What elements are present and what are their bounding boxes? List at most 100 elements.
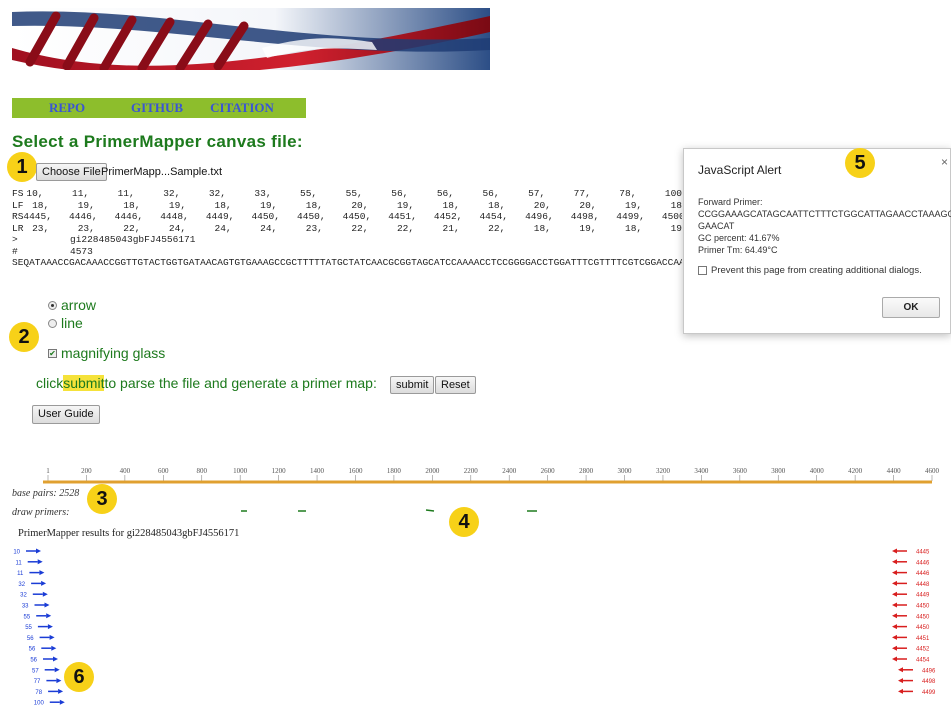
- results-title: PrimerMapper results for gi228485043gbFJ…: [18, 528, 240, 539]
- reverse-primer-position: 4452: [916, 647, 930, 653]
- ruler-tick-label: 2200: [464, 467, 479, 475]
- dialog-line: GAACAT: [698, 221, 735, 231]
- arrow-radio[interactable]: [48, 300, 57, 310]
- ruler-tick-label: 3800: [771, 467, 786, 475]
- ruler-tick-label: 800: [196, 467, 207, 475]
- dialog-line: CCGGAAAGCATAGCAATTCTTTCTGGCATTAGAACCTAAA…: [698, 209, 951, 219]
- annotation-badge-6: 6: [64, 662, 94, 692]
- ruler-tick-label: 4200: [848, 467, 863, 475]
- nav-link-github[interactable]: GITHUB: [122, 100, 192, 116]
- ruler-tick-label: 4400: [887, 467, 902, 475]
- reverse-primer-position: 4449: [916, 593, 930, 599]
- reverse-primer-position: 4454: [916, 658, 930, 664]
- ruler-tick-label: 1600: [348, 467, 363, 475]
- line-label: line: [61, 315, 83, 331]
- arrow-head-icon: [46, 613, 52, 619]
- annotation-badge-3: 3: [87, 484, 117, 514]
- annotation-badge-5: 5: [845, 148, 875, 178]
- choose-file-button[interactable]: Choose File: [36, 163, 107, 181]
- ruler-tick-label: 1000: [233, 467, 248, 475]
- sequence-ruler: 1 200 400 600 800 1000 1200 1400 1600 1800 2000 220…: [43, 467, 940, 484]
- base-pairs-label: base pairs: 2528: [12, 488, 80, 499]
- arrow-head-icon: [892, 613, 897, 619]
- ruler-tick-label: 3000: [618, 467, 633, 475]
- arrow-head-icon: [898, 667, 903, 673]
- forward-primer-position: 100: [34, 701, 45, 707]
- forward-primer-position: 77: [34, 679, 41, 685]
- arrow-head-icon: [892, 580, 897, 586]
- arrow-head-icon: [49, 634, 55, 640]
- nav-link-repo[interactable]: REPO: [12, 100, 122, 116]
- nav-link-citation[interactable]: CITATION: [192, 100, 292, 116]
- reverse-primer-position: 4446: [916, 571, 930, 577]
- arrow-head-icon: [36, 548, 41, 554]
- submit-button[interactable]: submit: [390, 376, 435, 394]
- forward-primer-position: 57: [32, 668, 39, 674]
- primer-marks: [241, 509, 537, 512]
- instruction-prefix: click: [36, 375, 64, 391]
- forward-primer-position: 78: [35, 690, 42, 696]
- option-magnifying-glass[interactable]: ✔ magnifying glass: [48, 345, 165, 361]
- option-arrow[interactable]: arrow: [48, 297, 96, 313]
- ruler-tick-label: 1: [46, 467, 50, 475]
- arrow-head-icon: [892, 656, 897, 662]
- reverse-primer-position: 4498: [922, 679, 936, 685]
- ruler-tick-label: 2400: [502, 467, 517, 475]
- row-label: #: [12, 245, 18, 257]
- row-label: LF: [12, 199, 24, 211]
- line-radio[interactable]: [48, 318, 57, 328]
- magnify-checkbox[interactable]: ✔: [48, 348, 57, 358]
- reverse-primer-position: 4496: [922, 668, 936, 674]
- primer-mark[interactable]: [425, 509, 435, 512]
- ruler-tick-label: 1800: [387, 467, 402, 475]
- arrow-head-icon: [58, 688, 64, 694]
- row-values: 23, 23, 22, 24, 24, 24, 23, 22, 22, 21, …: [32, 222, 682, 234]
- ruler-tick-label: 4000: [810, 467, 825, 475]
- arrow-head-icon: [892, 602, 897, 608]
- user-guide-button[interactable]: User Guide: [32, 405, 100, 424]
- arrow-head-icon: [892, 634, 897, 640]
- reverse-primer-position: 4445: [916, 550, 930, 556]
- reverse-primer-position: 4450: [916, 625, 930, 631]
- row-label: FS: [12, 188, 24, 199]
- forward-primer-position: 10: [13, 550, 20, 556]
- arrow-head-icon: [42, 591, 48, 597]
- forward-primer-position: 11: [15, 560, 22, 566]
- reverse-primer-position: 4499: [922, 690, 936, 696]
- ruler-tick-label: 3400: [694, 467, 709, 475]
- reset-button[interactable]: Reset: [435, 376, 476, 394]
- arrow-head-icon: [44, 602, 50, 608]
- dialog-line: GC percent: 41.67%: [698, 233, 780, 243]
- option-line[interactable]: line: [48, 315, 83, 331]
- arrow-head-icon: [892, 570, 897, 576]
- ruler-tick-label: 3200: [656, 467, 671, 475]
- row-label: >: [12, 234, 18, 245]
- reverse-primer-position: 4446: [916, 560, 930, 566]
- sequence-value: ATAAACCGACAAACCGGTTGTACTGGTGATAACAGTGTGA…: [29, 257, 682, 268]
- ruler-tick-label: 1200: [272, 467, 287, 475]
- arrow-head-icon: [892, 624, 897, 630]
- annotation-badge-4: 4: [449, 507, 479, 537]
- primer-data-block: FS 10, 11, 11, 32, 32, 33, 55, 55, 56, 56…: [12, 188, 682, 269]
- ruler-tick-label: 400: [120, 467, 131, 475]
- forward-primer-position: 56: [29, 647, 36, 653]
- arrow-head-icon: [39, 570, 45, 576]
- close-icon[interactable]: ×: [941, 155, 948, 169]
- row-values: 4445, 4446, 4446, 4448, 4449, 4450, 4450…: [23, 211, 682, 222]
- prevent-dialogs-option[interactable]: Prevent this page from creating addition…: [698, 265, 922, 276]
- magnify-label: magnifying glass: [61, 345, 166, 361]
- row-values: 18, 19, 18, 19, 18, 19, 18, 20, 19, 18, …: [32, 199, 682, 211]
- arrow-head-icon: [53, 656, 58, 662]
- instruction-highlight: submit: [63, 375, 105, 391]
- ok-button[interactable]: OK: [882, 297, 940, 318]
- prevent-dialogs-checkbox[interactable]: [698, 266, 707, 275]
- instruction-text: click submit to parse the file and genera…: [36, 375, 377, 391]
- nav-bar: REPO GITHUB CITATION: [12, 98, 306, 118]
- arrow-head-icon: [892, 645, 897, 651]
- arrow-head-icon: [898, 688, 903, 694]
- arrow-head-icon: [54, 667, 60, 673]
- page-heading: Select a PrimerMapper canvas file:: [12, 132, 303, 151]
- forward-primer-list: 10 11 11 32 32 33 55 55 56 56 56 57 77 78 100: [13, 548, 65, 707]
- forward-primer-position: 56: [27, 636, 34, 642]
- forward-primer-position: 33: [22, 604, 29, 610]
